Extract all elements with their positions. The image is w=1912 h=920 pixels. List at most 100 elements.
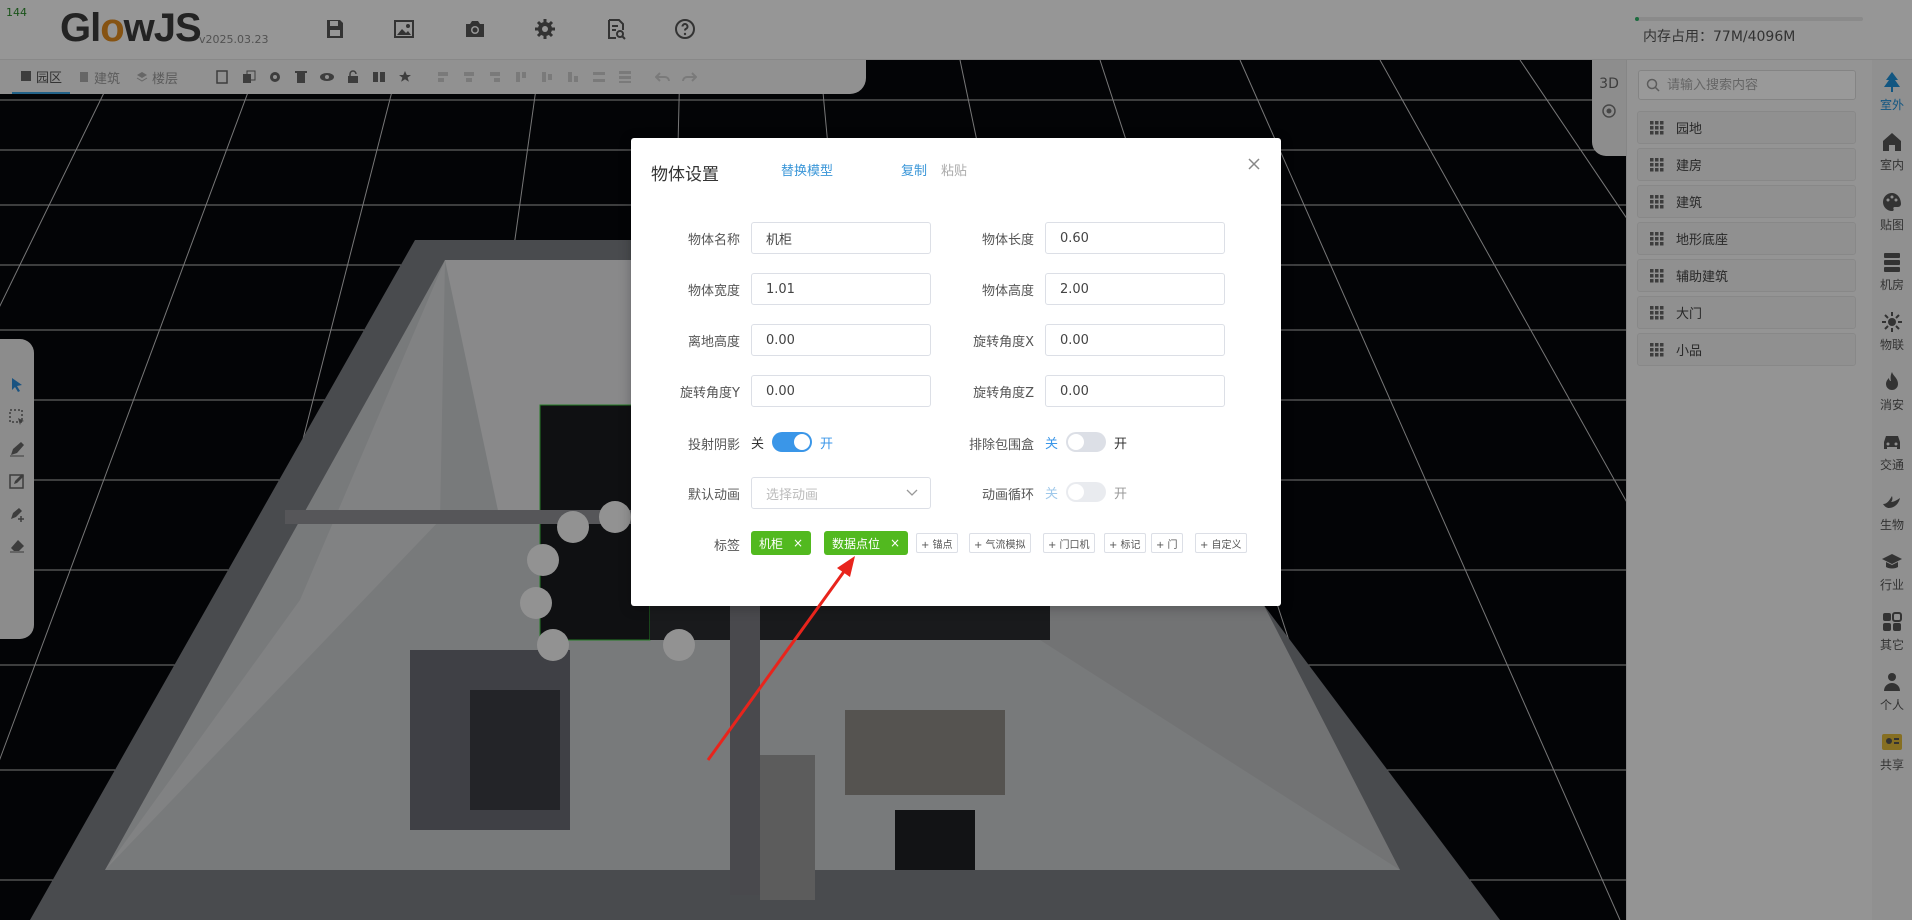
align-top-icon[interactable] [508, 64, 534, 90]
edit-square-icon[interactable] [8, 472, 26, 490]
help-icon[interactable] [670, 14, 700, 44]
default-animation-select[interactable]: 选择动画 [751, 477, 931, 509]
server-icon [1884, 252, 1900, 272]
add-tag-airflow[interactable]: + 气流模拟 [969, 533, 1031, 553]
replace-model-link[interactable]: 替换模型 [781, 160, 833, 179]
group-icon[interactable] [366, 64, 392, 90]
logo-o: o [100, 6, 124, 50]
rotation-x-input[interactable] [1045, 324, 1225, 356]
add-tag-marker[interactable]: + 标记 [1104, 533, 1146, 553]
align-bottom-icon[interactable] [560, 64, 586, 90]
object-height-input[interactable] [1045, 273, 1225, 305]
copy-link[interactable]: 复制 [901, 160, 927, 179]
tree-icon [1884, 71, 1900, 92]
tab-park[interactable]: 园区 [12, 60, 71, 94]
nav-fire-safety[interactable]: 消安 [1872, 364, 1912, 418]
camera-icon[interactable] [460, 14, 490, 44]
undo-icon[interactable] [650, 64, 676, 90]
object-height-label: 物体高度 [981, 284, 1034, 299]
duplicate-icon[interactable] [236, 64, 262, 90]
animation-loop-toggle[interactable] [1066, 482, 1107, 502]
category-label: 地形底座 [1676, 233, 1729, 248]
ground-height-input[interactable] [751, 324, 931, 356]
nav-personal[interactable]: 个人 [1872, 664, 1912, 718]
add-tag-door-phone[interactable]: + 门口机 [1043, 533, 1095, 553]
distribute-horizontal-icon[interactable] [586, 64, 612, 90]
toggle-knob [1068, 434, 1085, 450]
nav-server-room[interactable]: 机房 [1872, 244, 1912, 298]
ground-height-label: 离地高度 [687, 335, 740, 350]
tab-building[interactable]: 建筑 [70, 60, 128, 94]
category-item-terrain-base[interactable]: 地形底座 [1637, 222, 1856, 255]
eye-icon[interactable] [314, 64, 340, 90]
close-icon[interactable] [1245, 155, 1263, 173]
align-right-icon[interactable] [482, 64, 508, 90]
add-tag-anchor[interactable]: + 锚点 [916, 533, 958, 553]
search-icon [1646, 78, 1660, 92]
tag-close-icon[interactable]: × [793, 536, 803, 550]
memory-progress-bar [1635, 17, 1863, 21]
box-select-icon[interactable] [8, 408, 26, 426]
category-item-decor[interactable]: 小品 [1637, 333, 1856, 366]
category-item-aux-building[interactable]: 辅助建筑 [1637, 259, 1856, 292]
exclude-bbox-toggle[interactable] [1066, 432, 1107, 452]
cast-shadow-label: 投射阴影 [687, 438, 740, 453]
search-box[interactable] [1638, 70, 1856, 100]
lock-icon[interactable] [340, 64, 366, 90]
select-pointer-icon[interactable] [8, 376, 26, 394]
graduation-cap-icon [1882, 553, 1902, 568]
star-icon[interactable] [392, 64, 418, 90]
category-item-yuandi[interactable]: 园地 [1637, 111, 1856, 144]
add-tag-door[interactable]: + 门 [1151, 533, 1183, 553]
add-object-icon[interactable] [210, 64, 236, 90]
add-pen-icon[interactable] [8, 504, 26, 522]
nav-texture[interactable]: 贴图 [1872, 184, 1912, 238]
app-version: v2025.03.23 [199, 33, 269, 46]
image-icon[interactable] [389, 14, 419, 44]
nav-industry[interactable]: 行业 [1872, 544, 1912, 598]
cast-shadow-toggle[interactable] [772, 432, 813, 452]
eraser-icon[interactable] [8, 536, 26, 554]
align-left-icon[interactable] [430, 64, 456, 90]
nav-other[interactable]: 其它 [1872, 604, 1912, 658]
category-item-gate[interactable]: 大门 [1637, 296, 1856, 329]
align-middle-icon[interactable] [534, 64, 560, 90]
category-item-jianzhu[interactable]: 建筑 [1637, 185, 1856, 218]
tag-close-icon[interactable]: × [890, 536, 900, 550]
category-nav: 室外 室内 贴图 机房 物联 消安 交通 生物 行业 其它 个人 共享 [1872, 60, 1912, 920]
view-3d-toggle[interactable]: 3D [1599, 76, 1619, 92]
rotation-y-input[interactable] [751, 375, 931, 407]
nav-creatures[interactable]: 生物 [1872, 484, 1912, 538]
trash-icon[interactable] [288, 64, 314, 90]
redo-icon[interactable] [676, 64, 702, 90]
paste-link[interactable]: 粘贴 [941, 160, 967, 179]
add-tag-custom[interactable]: + 自定义 [1195, 533, 1247, 553]
nav-traffic[interactable]: 交通 [1872, 424, 1912, 478]
nav-iot[interactable]: 物联 [1872, 304, 1912, 358]
locate-icon[interactable] [1600, 102, 1618, 120]
nav-label: 生物 [1879, 517, 1904, 532]
document-search-icon[interactable] [601, 14, 631, 44]
category-label: 建房 [1676, 159, 1703, 174]
object-length-input[interactable] [1045, 222, 1225, 254]
object-width-input[interactable] [751, 273, 931, 305]
share-icon [1882, 733, 1902, 750]
nav-outdoor[interactable]: 室外 [1872, 64, 1912, 118]
settings-icon[interactable] [530, 14, 560, 44]
category-item-jianfang[interactable]: 建房 [1637, 148, 1856, 181]
nav-indoor[interactable]: 室内 [1872, 124, 1912, 178]
nav-share[interactable]: 共享 [1872, 724, 1912, 778]
object-name-input[interactable] [751, 222, 931, 254]
search-input[interactable] [1667, 77, 1847, 93]
rotation-z-input[interactable] [1045, 375, 1225, 407]
save-icon[interactable] [320, 14, 350, 44]
tab-floor[interactable]: 楼层 [128, 60, 186, 94]
logo-prefix: Gl [60, 6, 101, 50]
distribute-vertical-icon[interactable] [612, 64, 638, 90]
align-center-icon[interactable] [456, 64, 482, 90]
layers-icon [136, 72, 148, 82]
pen-icon[interactable] [8, 440, 26, 458]
tags-label: 标签 [713, 539, 740, 554]
tag-data-point: 数据点位 × [824, 531, 909, 555]
gear-icon[interactable] [262, 64, 288, 90]
